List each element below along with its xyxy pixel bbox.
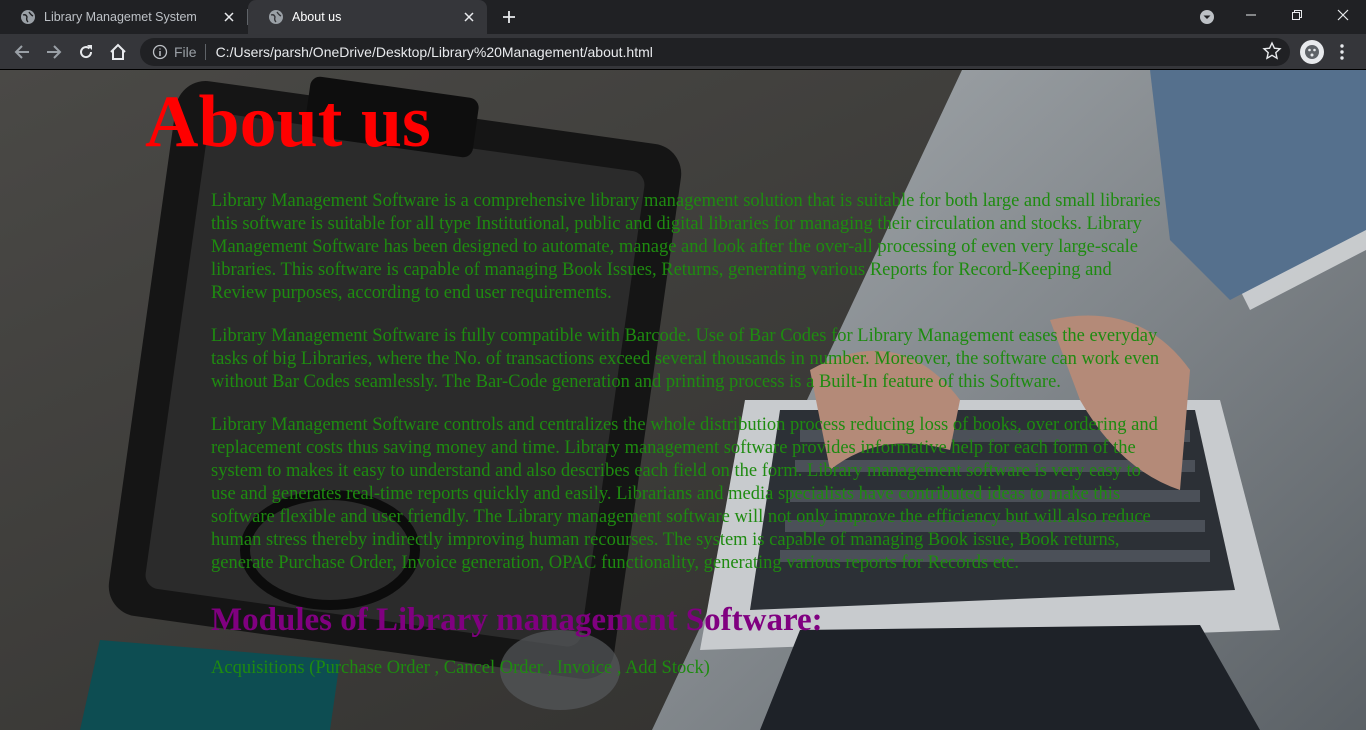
address-bar[interactable]: File C:/Users/parsh/OneDrive/Desktop/Lib… xyxy=(140,38,1290,66)
minimize-button[interactable] xyxy=(1228,0,1274,30)
tab-title: About us xyxy=(292,10,342,24)
info-icon[interactable] xyxy=(152,44,168,60)
url-text[interactable]: C:/Users/parsh/OneDrive/Desktop/Library%… xyxy=(216,44,653,60)
tab-title: Library Managemet System xyxy=(44,10,197,24)
maximize-icon xyxy=(1292,10,1302,20)
about-page: About us Library Management Software is … xyxy=(0,70,1366,730)
page-title: About us xyxy=(145,81,431,163)
globe-icon xyxy=(269,10,283,24)
close-icon[interactable] xyxy=(221,9,237,25)
close-icon[interactable] xyxy=(461,9,477,25)
new-tab-button[interactable] xyxy=(497,5,521,29)
minimize-icon xyxy=(1246,14,1256,16)
profile-icon[interactable] xyxy=(1300,40,1324,64)
scheme-label: File xyxy=(174,44,197,60)
back-button[interactable] xyxy=(8,38,36,66)
star-icon[interactable] xyxy=(1262,41,1282,61)
globe-icon xyxy=(21,10,35,24)
home-button[interactable] xyxy=(104,38,132,66)
forward-button[interactable] xyxy=(40,38,68,66)
reload-icon xyxy=(80,45,93,59)
tab-search-icon[interactable] xyxy=(1197,7,1217,27)
tab-library-management-system[interactable]: Library Managemet System xyxy=(0,0,247,34)
modules-heading: Modules of Library management Software: xyxy=(211,602,823,638)
forward-arrow-icon xyxy=(47,45,62,59)
back-arrow-icon xyxy=(14,45,29,59)
module-list-item: Acquisitions (Purchase Order , Cancel Or… xyxy=(211,657,710,678)
page-viewport: About us Library Management Software is … xyxy=(0,70,1366,730)
tab-strip: Library Managemet System About us xyxy=(0,0,1366,34)
barcode-paragraph: Library Management Software is fully com… xyxy=(211,326,1160,392)
restore-button[interactable] xyxy=(1274,0,1320,30)
close-window-button[interactable] xyxy=(1320,0,1366,30)
tab-about-us[interactable]: About us xyxy=(248,0,487,34)
close-icon xyxy=(1337,9,1349,21)
home-icon xyxy=(110,43,126,60)
reload-button[interactable] xyxy=(72,38,100,66)
plus-icon xyxy=(503,11,515,23)
browser-toolbar: File C:/Users/parsh/OneDrive/Desktop/Lib… xyxy=(0,34,1366,70)
omnibox-divider xyxy=(204,44,206,60)
intro-paragraph: Library Management Software is a compreh… xyxy=(211,191,1161,303)
features-paragraph: Library Management Software controls and… xyxy=(211,415,1158,573)
more-icon[interactable] xyxy=(1334,40,1350,64)
about-article: Library Management Software is a compreh… xyxy=(211,190,1161,680)
